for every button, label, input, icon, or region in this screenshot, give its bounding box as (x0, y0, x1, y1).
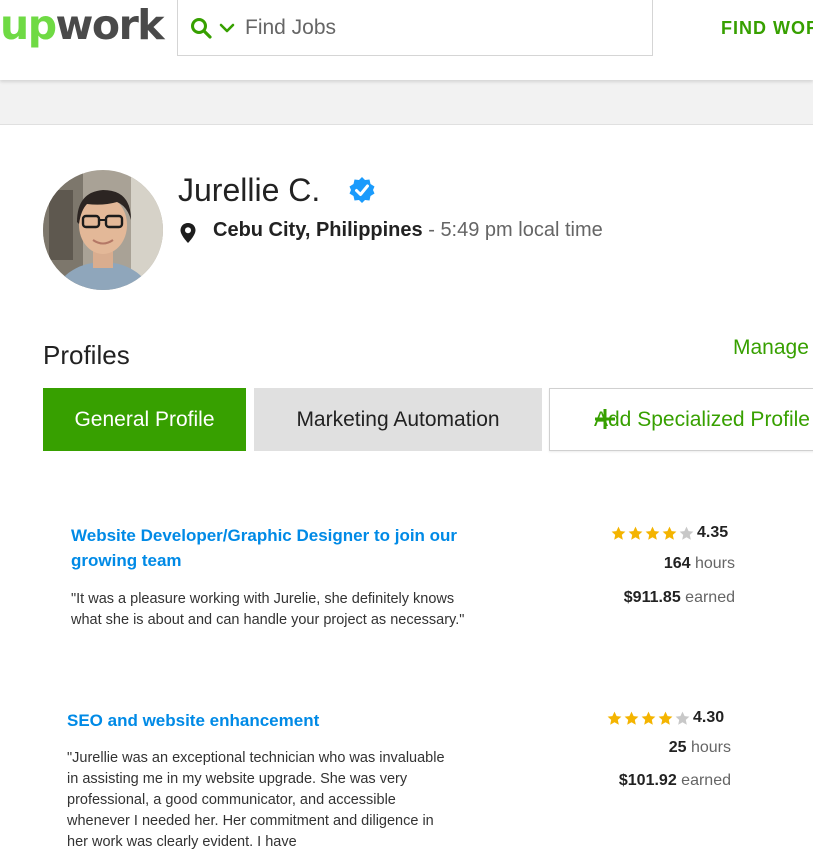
location-pin-icon (180, 223, 196, 243)
star-rating (611, 526, 696, 541)
location-city: Cebu City, Philippines (213, 219, 423, 241)
job-title-link[interactable]: SEO and website enhancement (67, 708, 457, 733)
top-header: upwork FIND WORK (0, 0, 813, 80)
star-empty-icon (679, 526, 694, 540)
chevron-down-icon[interactable] (219, 21, 235, 35)
subheader-bar (0, 80, 813, 125)
star-filled-icon (628, 526, 643, 540)
tab-general-profile[interactable]: General Profile (43, 388, 246, 451)
job-title-link[interactable]: Website Developer/Graphic Designer to jo… (71, 523, 461, 573)
star-filled-icon (624, 711, 639, 725)
logo-work-text: work (55, 1, 165, 49)
profile-name: Jurellie C. (178, 172, 321, 208)
earned-unit: earned (685, 589, 735, 606)
star-filled-icon (645, 526, 660, 540)
profiles-heading: Profiles (43, 340, 130, 370)
plus-icon (595, 409, 615, 429)
earned-value: $911.85 (623, 589, 681, 606)
verified-badge-icon (349, 177, 375, 203)
rating: 4.30 (607, 709, 724, 727)
feedback-quote: "It was a pleasure working with Jurelie,… (71, 591, 465, 628)
star-filled-icon (607, 711, 622, 725)
manage-profiles-link[interactable]: Manage (733, 336, 809, 360)
star-empty-icon (675, 711, 690, 725)
hours-stat: 25 hours (669, 739, 731, 757)
hours-unit: hours (694, 555, 735, 572)
earned-stat: $911.85 earned (624, 589, 735, 607)
location-separator: - (422, 219, 441, 241)
logo-up-text: up (0, 1, 57, 49)
upwork-logo[interactable]: upwork (0, 1, 165, 49)
nav-find-work[interactable]: FIND WORK (721, 18, 813, 39)
star-rating (607, 711, 692, 726)
hours-stat: 164 hours (664, 555, 735, 573)
tab-marketing-automation[interactable]: Marketing Automation (254, 388, 542, 451)
location-line: Cebu City, Philippines - 5:49 pm local t… (213, 219, 603, 242)
star-filled-icon (611, 526, 626, 540)
hours-unit: hours (690, 739, 731, 756)
rating-value: 4.35 (697, 524, 729, 541)
local-time: 5:49 pm local time (440, 219, 603, 241)
search-icon[interactable] (190, 17, 212, 39)
add-specialized-profile-label: Add Specialized Profile (594, 407, 810, 431)
star-filled-icon (658, 711, 673, 725)
hours-value: 164 (663, 555, 691, 572)
avatar (43, 170, 163, 290)
star-filled-icon (641, 711, 656, 725)
add-specialized-profile-button[interactable]: Add Specialized Profile (549, 388, 813, 451)
earned-unit: earned (681, 772, 731, 789)
feedback-quote: "Jurellie was an exceptional technician … (67, 750, 445, 850)
search-input[interactable] (245, 13, 635, 43)
rating-value: 4.30 (693, 709, 725, 726)
earned-stat: $101.92 earned (619, 772, 731, 790)
hours-value: 25 (668, 739, 687, 756)
earned-value: $101.92 (618, 772, 677, 789)
star-filled-icon (662, 526, 677, 540)
rating: 4.35 (611, 524, 728, 542)
